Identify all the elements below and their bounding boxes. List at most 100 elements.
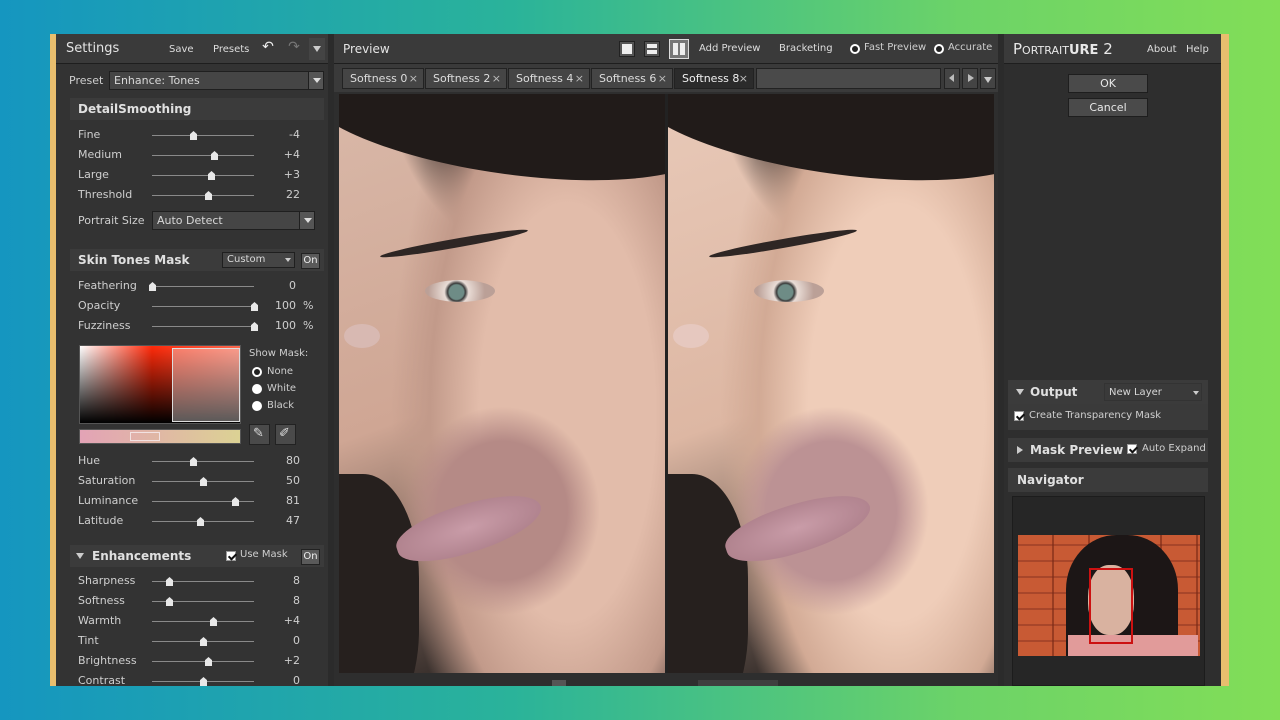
close-icon[interactable]: × (658, 69, 667, 88)
feathering-slider-thumb[interactable] (149, 282, 156, 291)
enhancements-on-toggle[interactable]: On (301, 549, 320, 565)
warmth-slider-thumb[interactable] (210, 617, 217, 626)
tab-list-button[interactable] (980, 68, 996, 89)
eyedropper-add-button[interactable]: ✎ (249, 424, 270, 445)
latitude-slider-thumb[interactable] (197, 517, 204, 526)
fuzziness-slider-thumb[interactable] (251, 322, 258, 331)
split-horizontal-button[interactable] (644, 41, 660, 57)
eyebrow-left (379, 226, 529, 261)
cancel-button[interactable]: Cancel (1068, 98, 1148, 117)
opacity-slider-track[interactable] (152, 306, 254, 307)
show-mask-black-radio[interactable] (252, 401, 262, 411)
color-selection-box[interactable] (172, 348, 240, 422)
split-vertical-button[interactable] (669, 39, 689, 59)
preset-dropdown-arrow[interactable] (308, 71, 324, 90)
output-select[interactable]: New Layer (1104, 383, 1202, 401)
bracketing-button[interactable]: Bracketing (772, 37, 840, 61)
add-preview-button[interactable]: Add Preview (692, 37, 768, 61)
settings-menu-button[interactable] (309, 38, 325, 60)
output-value: New Layer (1109, 387, 1162, 398)
tab-scroll-left[interactable] (944, 68, 960, 89)
close-icon[interactable]: × (739, 69, 748, 88)
hue-value: 80 (286, 454, 300, 467)
tab-softness-2[interactable]: Softness 2 × (425, 68, 507, 89)
close-icon[interactable]: × (492, 69, 501, 88)
warmth-slider-track[interactable] (152, 621, 254, 622)
tab-softness-4[interactable]: Softness 4 × (508, 68, 590, 89)
opacity-slider-thumb[interactable] (251, 302, 258, 311)
collapse-icon[interactable] (76, 553, 84, 559)
collapse-icon[interactable] (1016, 389, 1024, 395)
sharpness-slider-thumb[interactable] (166, 577, 173, 586)
eyedropper-subtract-button[interactable]: ✐ (275, 424, 296, 445)
preview-image-softness-8[interactable] (668, 94, 994, 673)
hue-slider-thumb[interactable] (190, 457, 197, 466)
feathering-label: Feathering (78, 279, 137, 292)
tint-slider-thumb[interactable] (200, 637, 207, 646)
fast-preview-radio[interactable] (850, 44, 860, 54)
fine-slider-track[interactable] (152, 135, 254, 136)
zoom-control[interactable] (552, 680, 566, 686)
tab-softness-6[interactable]: Softness 6 × (591, 68, 673, 89)
hue-range-handle[interactable] (130, 432, 160, 441)
navigator-thumbnail[interactable] (1018, 535, 1200, 656)
use-mask-checkbox[interactable] (226, 551, 236, 561)
portrait-size-label: Portrait Size (78, 214, 145, 227)
brightness-slider-track[interactable] (152, 661, 254, 662)
feathering-slider-track[interactable] (152, 286, 254, 287)
contrast-slider-thumb[interactable] (200, 677, 207, 686)
luminance-slider-thumb[interactable] (232, 497, 239, 506)
navigator-viewport-box[interactable] (1089, 568, 1133, 644)
brightness-slider-thumb[interactable] (205, 657, 212, 666)
tab-softness-0[interactable]: Softness 0 × (342, 68, 424, 89)
threshold-slider-track[interactable] (152, 195, 254, 196)
preview-image-original[interactable] (339, 94, 665, 673)
skin-mode-select[interactable]: Custom (222, 252, 295, 268)
opacity-value: 100 (275, 299, 296, 312)
undo-icon[interactable]: ↶ (259, 39, 277, 57)
zoom-field[interactable] (698, 680, 778, 686)
skin-mask-on-toggle[interactable]: On (301, 253, 320, 269)
show-mask-white-radio[interactable] (252, 384, 262, 394)
medium-slider-track[interactable] (152, 155, 254, 156)
detail-smoothing-header[interactable]: DetailSmoothing (70, 98, 324, 120)
close-icon[interactable]: × (575, 69, 584, 88)
redo-icon[interactable]: ↷ (285, 39, 303, 57)
portrait-size-select[interactable]: Auto Detect (152, 211, 300, 230)
show-mask-none-radio[interactable] (252, 367, 262, 377)
hue-slider-track[interactable] (152, 461, 254, 462)
preview-divider[interactable] (665, 94, 668, 673)
use-mask-label: Use Mask (240, 549, 288, 560)
single-view-button[interactable] (619, 41, 635, 57)
help-button[interactable]: Help (1179, 38, 1216, 62)
save-button[interactable]: Save (162, 38, 201, 62)
auto-expand-checkbox[interactable] (1127, 444, 1137, 454)
presets-button[interactable]: Presets (206, 38, 257, 62)
about-button[interactable]: About (1140, 38, 1184, 62)
color-field-picker[interactable] (79, 345, 241, 424)
close-icon[interactable]: × (409, 69, 418, 88)
saturation-slider-thumb[interactable] (200, 477, 207, 486)
medium-slider-thumb[interactable] (211, 151, 218, 160)
transparency-mask-checkbox[interactable] (1014, 411, 1024, 421)
hue-range-bar[interactable] (79, 429, 241, 444)
preset-select[interactable]: Enhance: Tones (109, 71, 309, 90)
eye-left (754, 280, 824, 302)
tab-softness-8[interactable]: Softness 8 × (674, 68, 754, 89)
fine-slider-thumb[interactable] (190, 131, 197, 140)
threshold-slider-thumb[interactable] (205, 191, 212, 200)
accurate-radio[interactable] (934, 44, 944, 54)
fuzziness-slider-track[interactable] (152, 326, 254, 327)
expand-icon[interactable] (1017, 446, 1023, 454)
softness-slider-thumb[interactable] (166, 597, 173, 606)
large-slider-track[interactable] (152, 175, 254, 176)
medium-value: +4 (283, 148, 300, 161)
large-slider-thumb[interactable] (208, 171, 215, 180)
transparency-mask-label: Create Transparency Mask (1029, 410, 1162, 421)
ok-button[interactable]: OK (1068, 74, 1148, 93)
tab-scroll-right[interactable] (962, 68, 978, 89)
hair-shape (339, 94, 665, 203)
portrait-size-dropdown-arrow[interactable] (299, 211, 315, 230)
luminance-label: Luminance (78, 494, 139, 507)
chevron-down-icon (1193, 391, 1199, 395)
